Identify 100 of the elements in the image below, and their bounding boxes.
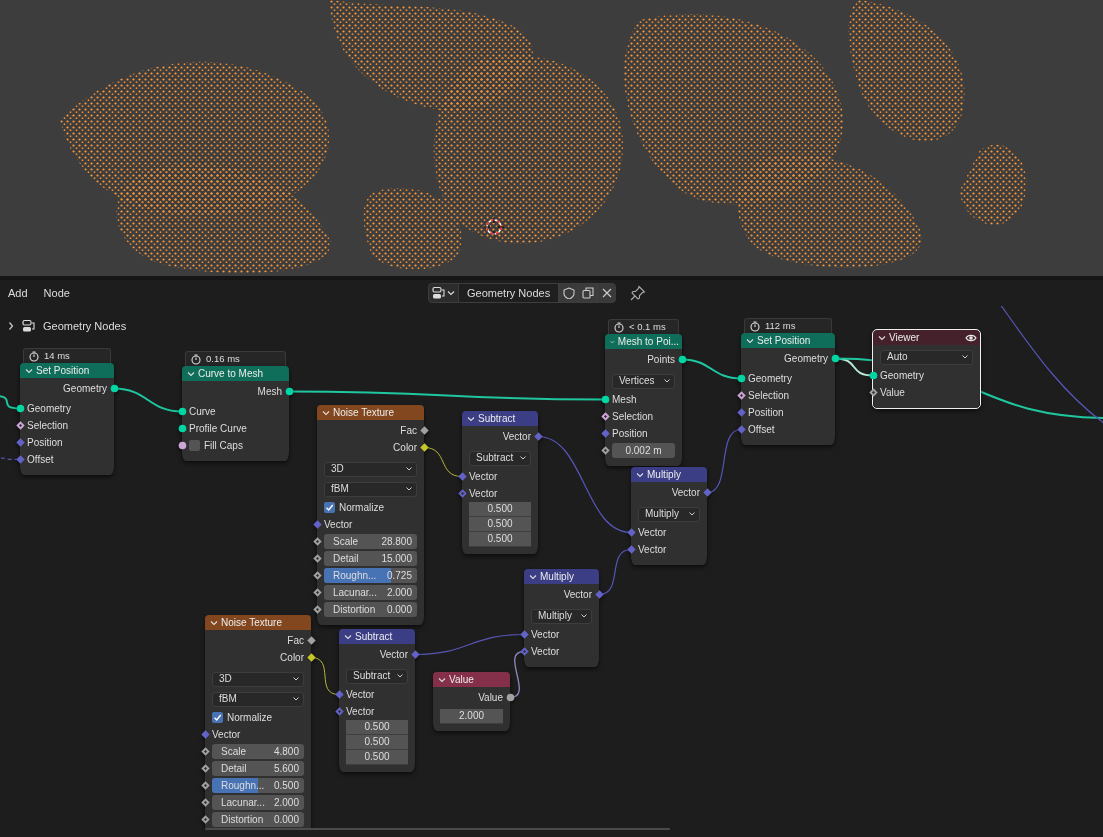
node-card[interactable]: Mesh to Poi... Points Vertices Mesh Selection Position 0.002 m: [600, 334, 687, 466]
node-socket[interactable]: [15, 421, 25, 430]
node-socket[interactable]: [419, 426, 429, 435]
node-socket[interactable]: [533, 432, 543, 441]
expand-icon[interactable]: [7, 321, 15, 331]
node-socket[interactable]: [312, 571, 322, 580]
node-socket[interactable]: [284, 387, 294, 396]
node-socket[interactable]: [200, 764, 210, 773]
node-header[interactable]: Subtract: [339, 629, 415, 644]
node-socket[interactable]: [868, 388, 878, 397]
node-socket[interactable]: [15, 455, 25, 464]
number-field[interactable]: 2.000: [440, 709, 503, 724]
name-field[interactable]: Geometry Nodes: [459, 283, 560, 303]
node-header[interactable]: Multiply: [631, 467, 707, 482]
collapse-icon[interactable]: [529, 572, 537, 581]
node-header[interactable]: Noise Texture: [317, 405, 424, 420]
number-field[interactable]: 0.500: [346, 720, 408, 735]
dropdown[interactable]: 3D: [212, 671, 304, 687]
collapse-icon[interactable]: [467, 414, 475, 423]
node-socket[interactable]: [702, 488, 712, 497]
node-socket[interactable]: [594, 590, 604, 599]
eye-icon[interactable]: [965, 332, 977, 343]
node-header[interactable]: Curve to Mesh: [182, 366, 289, 381]
number-field[interactable]: 0.500: [469, 502, 531, 517]
node-socket[interactable]: [312, 605, 322, 614]
close-button[interactable]: [597, 283, 617, 303]
node-card[interactable]: Subtract Vector Subtract Vector Vector 0.500 0.500 0.500: [334, 629, 420, 772]
node-socket[interactable]: [600, 446, 610, 455]
number-field[interactable]: Detail 15.000: [324, 551, 417, 566]
node-socket[interactable]: [306, 653, 316, 662]
number-field[interactable]: 0.500: [346, 735, 408, 750]
node-socket[interactable]: [519, 630, 529, 639]
node-header[interactable]: Mesh to Poi...: [605, 334, 682, 349]
node-socket[interactable]: [15, 438, 25, 447]
dropdown[interactable]: Auto: [880, 349, 973, 365]
node-socket[interactable]: [312, 520, 322, 529]
node-socket[interactable]: [626, 545, 636, 554]
node-socket[interactable]: [600, 412, 610, 421]
node-socket[interactable]: [736, 374, 746, 383]
number-field[interactable]: Detail 5.600: [212, 761, 304, 776]
node-card[interactable]: Multiply Vector Multiply Vector Vector: [626, 467, 712, 565]
node-socket[interactable]: [334, 707, 344, 716]
collapse-icon[interactable]: [636, 470, 644, 479]
node-socket[interactable]: [410, 650, 420, 659]
node-socket[interactable]: [830, 354, 840, 363]
node-socket[interactable]: [177, 441, 187, 450]
node-card[interactable]: Curve to Mesh Mesh Curve Profile Curve Fill Caps: [177, 366, 294, 461]
node-socket[interactable]: [109, 384, 119, 393]
number-field[interactable]: Distortion 0.000: [212, 812, 304, 827]
node-socket[interactable]: [334, 690, 344, 699]
collapse-icon[interactable]: [878, 333, 886, 342]
pin-icon[interactable]: [630, 285, 646, 301]
node-header[interactable]: Multiply: [524, 569, 599, 584]
collapse-icon[interactable]: [322, 408, 330, 417]
node-socket[interactable]: [457, 489, 467, 498]
node-socket[interactable]: [312, 554, 322, 563]
collapse-icon[interactable]: [187, 369, 195, 378]
number-field[interactable]: Scale 4.800: [212, 744, 304, 759]
number-field[interactable]: Lacunar... 2.000: [212, 795, 304, 810]
dropdown[interactable]: fBM: [324, 481, 417, 497]
node-socket[interactable]: [457, 472, 467, 481]
node-socket[interactable]: [736, 408, 746, 417]
node-tree-button[interactable]: [428, 283, 459, 303]
node-socket[interactable]: [15, 404, 25, 413]
breadcrumb-label[interactable]: Geometry Nodes: [43, 320, 127, 332]
node-card[interactable]: Set Position Geometry Geometry Selection Position Offset: [15, 363, 119, 475]
node-socket[interactable]: [200, 747, 210, 756]
node-header[interactable]: Viewer: [873, 330, 980, 345]
node-socket[interactable]: [677, 355, 687, 364]
collapse-icon[interactable]: [25, 366, 33, 375]
number-field[interactable]: Distortion 0.000: [324, 602, 417, 617]
node-socket[interactable]: [306, 636, 316, 645]
number-field[interactable]: Lacunar... 2.000: [324, 585, 417, 600]
node-socket[interactable]: [200, 730, 210, 739]
node-socket[interactable]: [736, 391, 746, 400]
node-socket[interactable]: [626, 528, 636, 537]
dropdown[interactable]: Subtract: [469, 450, 531, 466]
number-field[interactable]: 0.500: [469, 532, 531, 547]
menu-item[interactable]: Node: [35, 283, 78, 303]
scrollbar[interactable]: [205, 828, 670, 830]
node-socket[interactable]: [868, 371, 878, 380]
number-field[interactable]: Scale 28.800: [324, 534, 417, 549]
checkbox[interactable]: [189, 440, 200, 451]
dropdown[interactable]: 3D: [324, 461, 417, 477]
node-socket[interactable]: [419, 443, 429, 452]
number-field[interactable]: 0.002 m: [612, 443, 675, 458]
node-card[interactable]: Subtract Vector Subtract Vector Vector 0.500 0.500 0.500: [457, 411, 543, 554]
node-socket[interactable]: [505, 693, 515, 702]
node-socket[interactable]: [312, 537, 322, 546]
dropdown[interactable]: Subtract: [346, 668, 408, 684]
node-socket[interactable]: [177, 407, 187, 416]
menu-item[interactable]: Add: [0, 283, 36, 303]
node-socket[interactable]: [200, 781, 210, 790]
node-socket[interactable]: [600, 395, 610, 404]
node-socket[interactable]: [600, 429, 610, 438]
dropdown[interactable]: Multiply: [638, 506, 700, 522]
dropdown[interactable]: Multiply: [531, 608, 592, 624]
node-header[interactable]: Value: [433, 672, 510, 687]
node-header[interactable]: Set Position: [741, 333, 835, 348]
node-header[interactable]: Subtract: [462, 411, 538, 426]
